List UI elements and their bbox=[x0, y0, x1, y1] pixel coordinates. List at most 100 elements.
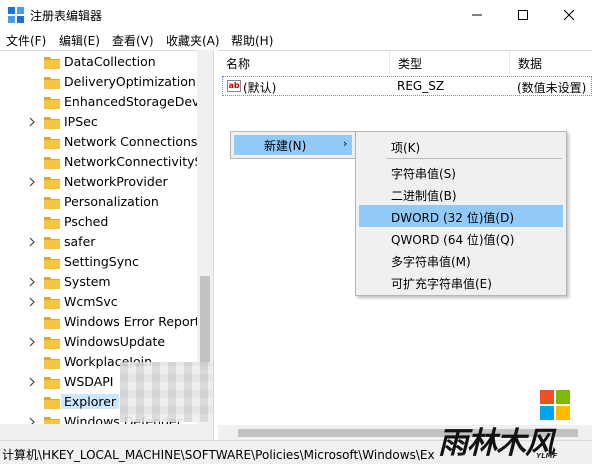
tree-item[interactable]: Psched bbox=[0, 212, 213, 232]
tree-item[interactable]: Network Connections bbox=[0, 132, 213, 152]
chevron-right-icon[interactable] bbox=[27, 176, 37, 188]
menu-view[interactable]: 查看(V) bbox=[112, 32, 154, 49]
tree-item[interactable]: DataCollection bbox=[0, 52, 213, 72]
folder-icon bbox=[44, 355, 60, 369]
minimize-button[interactable] bbox=[454, 0, 500, 30]
folder-icon bbox=[44, 335, 60, 349]
folder-icon bbox=[44, 275, 60, 289]
tree-item-label: DataCollection bbox=[64, 54, 156, 69]
menu-item-new[interactable]: 新建(N) › bbox=[234, 135, 352, 155]
submenu-item-label: 可扩充字符串值(E) bbox=[391, 277, 492, 291]
folder-icon bbox=[44, 295, 60, 309]
value-row[interactable]: ab (默认) REG_SZ (数值未设置) bbox=[222, 76, 592, 96]
window-title: 注册表编辑器 bbox=[30, 9, 103, 23]
maximize-icon bbox=[518, 10, 528, 20]
submenu-item-multi-string-value[interactable]: 多字符串值(M) bbox=[359, 249, 563, 271]
tree-item-label: safer bbox=[64, 234, 96, 249]
folder-icon bbox=[44, 55, 60, 69]
folder-icon bbox=[44, 175, 60, 189]
tree-item-label: Psched bbox=[64, 214, 109, 229]
chevron-right-icon[interactable] bbox=[27, 236, 37, 248]
tree-item[interactable]: NetworkConnectivitySta bbox=[0, 152, 213, 172]
tree-scroll-thumb[interactable] bbox=[200, 276, 210, 370]
tree-item[interactable]: WcmSvc bbox=[0, 292, 213, 312]
folder-icon bbox=[44, 315, 60, 329]
chevron-right-icon[interactable] bbox=[27, 296, 37, 308]
column-type-header[interactable]: 类型 bbox=[390, 51, 510, 75]
tree-item-label: Network Connections bbox=[64, 134, 198, 149]
regedit-icon bbox=[8, 7, 24, 23]
menu-help[interactable]: 帮助(H) bbox=[231, 32, 273, 49]
submenu-item-expandable-string-value[interactable]: 可扩充字符串值(E) bbox=[359, 271, 563, 293]
folder-icon bbox=[44, 155, 60, 169]
folder-icon bbox=[44, 95, 60, 109]
tree-item-label: NetworkConnectivitySta bbox=[64, 154, 213, 169]
value-type: REG_SZ bbox=[397, 79, 445, 93]
folder-icon bbox=[44, 215, 60, 229]
tree-item-label: Personalization bbox=[64, 194, 159, 209]
submenu-item-key[interactable]: 项(K) bbox=[359, 135, 563, 157]
tree-item[interactable]: Personalization bbox=[0, 192, 213, 212]
status-path: 计算机\HKEY_LOCAL_MACHINE\SOFTWARE\Policies… bbox=[2, 448, 435, 462]
tree-item[interactable]: IPSec bbox=[0, 112, 213, 132]
submenu-item-label: 项(K) bbox=[391, 141, 421, 155]
menu-bar: 文件(F) 编辑(E) 查看(V) 收藏夹(A) 帮助(H) bbox=[0, 30, 592, 50]
submenu-item-string-value[interactable]: 字符串值(S) bbox=[359, 161, 563, 183]
string-value-icon: ab bbox=[227, 80, 241, 92]
submenu-item-label: QWORD (64 位)值(Q) bbox=[391, 233, 515, 247]
tree-item-label: System bbox=[64, 274, 111, 289]
tree-item-label: WSDAPI bbox=[64, 374, 114, 389]
folder-icon bbox=[44, 395, 60, 409]
submenu-item-dword-value[interactable]: DWORD (32 位)值(D) bbox=[359, 205, 563, 227]
folder-icon bbox=[44, 75, 60, 89]
menu-file[interactable]: 文件(F) bbox=[6, 32, 46, 49]
context-menu: 新建(N) › bbox=[230, 131, 356, 159]
submenu-separator bbox=[386, 158, 562, 159]
folder-icon bbox=[44, 255, 60, 269]
submenu-item-qword-value[interactable]: QWORD (64 位)值(Q) bbox=[359, 227, 563, 249]
tree-item[interactable]: Windows Error Reporti bbox=[0, 312, 213, 332]
blurred-region bbox=[120, 362, 216, 422]
tree-item-label: Explorer bbox=[61, 394, 120, 409]
tree-item[interactable]: NetworkProvider bbox=[0, 172, 213, 192]
submenu-item-label: 二进制值(B) bbox=[391, 189, 457, 203]
close-button[interactable] bbox=[546, 0, 592, 30]
chevron-right-icon[interactable] bbox=[27, 116, 37, 128]
tree-item[interactable]: SettingSync bbox=[0, 252, 213, 272]
folder-icon bbox=[44, 235, 60, 249]
tree-item-label: SettingSync bbox=[64, 254, 139, 269]
column-name-header[interactable]: 名称 bbox=[218, 51, 390, 75]
column-data-header[interactable]: 数据 bbox=[510, 51, 592, 75]
tree-item-label: DeliveryOptimization bbox=[64, 74, 196, 89]
submenu-item-label: 字符串值(S) bbox=[391, 167, 456, 181]
folder-icon bbox=[44, 135, 60, 149]
submenu-item-label: DWORD (32 位)值(D) bbox=[391, 211, 514, 225]
tree-item[interactable]: WindowsUpdate bbox=[0, 332, 213, 352]
folder-icon bbox=[44, 115, 60, 129]
chevron-right-icon[interactable] bbox=[27, 276, 37, 288]
tree-item[interactable]: safer bbox=[0, 232, 213, 252]
tree-item[interactable]: System bbox=[0, 272, 213, 292]
chevron-right-icon[interactable] bbox=[27, 376, 37, 388]
tree-item-label: WindowsUpdate bbox=[64, 334, 166, 349]
chevron-right-icon[interactable] bbox=[27, 336, 37, 348]
tree-item-label: IPSec bbox=[64, 114, 98, 129]
tree-item[interactable]: EnhancedStorageDevic bbox=[0, 92, 213, 112]
maximize-button[interactable] bbox=[500, 0, 546, 30]
value-data: (数值未设置) bbox=[517, 81, 587, 95]
menu-item-new-label: 新建(N) bbox=[264, 139, 307, 153]
tree-item-label: EnhancedStorageDevic bbox=[64, 94, 210, 109]
submenu-item-label: 多字符串值(M) bbox=[391, 255, 471, 269]
minimize-icon bbox=[472, 14, 482, 16]
tree-horizontal-scrollbar[interactable] bbox=[0, 424, 213, 440]
value-name: (默认) bbox=[243, 81, 277, 95]
tree-item-label: WcmSvc bbox=[64, 294, 118, 309]
new-submenu: 项(K) 字符串值(S) 二进制值(B) DWORD (32 位)值(D) QWORD … bbox=[355, 131, 567, 296]
folder-icon bbox=[44, 195, 60, 209]
windows-logo-icon bbox=[540, 390, 570, 420]
menu-edit[interactable]: 编辑(E) bbox=[59, 32, 100, 49]
menu-favorites[interactable]: 收藏夹(A) bbox=[166, 32, 220, 49]
submenu-item-binary-value[interactable]: 二进制值(B) bbox=[359, 183, 563, 205]
tree-item[interactable]: DeliveryOptimization bbox=[0, 72, 213, 92]
tree-item-label: Windows Error Reporti bbox=[64, 314, 204, 329]
